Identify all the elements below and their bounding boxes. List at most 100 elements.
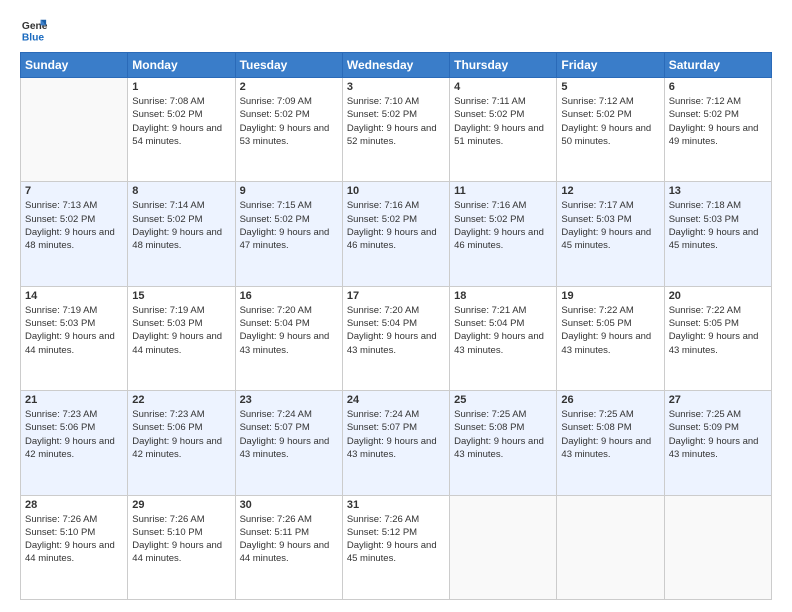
header: General Blue	[20, 16, 772, 44]
calendar-day-cell: 17 Sunrise: 7:20 AMSunset: 5:04 PMDayligh…	[342, 286, 449, 390]
day-number: 30	[240, 499, 338, 511]
calendar-day-cell	[557, 495, 664, 599]
day-info: Sunrise: 7:11 AMSunset: 5:02 PMDaylight:…	[454, 95, 552, 148]
calendar-day-cell: 12 Sunrise: 7:17 AMSunset: 5:03 PMDayligh…	[557, 182, 664, 286]
calendar-day-cell: 1 Sunrise: 7:08 AMSunset: 5:02 PMDaylight…	[128, 78, 235, 182]
day-info: Sunrise: 7:14 AMSunset: 5:02 PMDaylight:…	[132, 199, 230, 252]
day-number: 21	[25, 394, 123, 406]
day-info: Sunrise: 7:23 AMSunset: 5:06 PMDaylight:…	[132, 408, 230, 461]
calendar-day-cell: 25 Sunrise: 7:25 AMSunset: 5:08 PMDayligh…	[450, 391, 557, 495]
day-info: Sunrise: 7:26 AMSunset: 5:10 PMDaylight:…	[25, 513, 123, 566]
logo-icon: General Blue	[20, 16, 48, 44]
day-number: 2	[240, 81, 338, 93]
day-number: 14	[25, 290, 123, 302]
day-number: 5	[561, 81, 659, 93]
day-info: Sunrise: 7:17 AMSunset: 5:03 PMDaylight:…	[561, 199, 659, 252]
day-number: 19	[561, 290, 659, 302]
day-info: Sunrise: 7:08 AMSunset: 5:02 PMDaylight:…	[132, 95, 230, 148]
calendar-day-cell: 23Sunrise: 7:24 AMSunset: 5:07 PMDayligh…	[235, 391, 342, 495]
day-info: Sunrise: 7:16 AMSunset: 5:02 PMDaylight:…	[454, 199, 552, 252]
calendar-day-cell: 5 Sunrise: 7:12 AMSunset: 5:02 PMDaylight…	[557, 78, 664, 182]
day-info: Sunrise: 7:16 AMSunset: 5:02 PMDaylight:…	[347, 199, 445, 252]
day-info: Sunrise: 7:26 AMSunset: 5:11 PMDaylight:…	[240, 513, 338, 566]
day-number: 11	[454, 185, 552, 197]
day-info: Sunrise: 7:22 AMSunset: 5:05 PMDaylight:…	[669, 304, 767, 357]
calendar-day-cell: 30 Sunrise: 7:26 AMSunset: 5:11 PMDayligh…	[235, 495, 342, 599]
day-number: 27	[669, 394, 767, 406]
day-info: Sunrise: 7:09 AMSunset: 5:02 PMDaylight:…	[240, 95, 338, 148]
calendar-week-row: 21 Sunrise: 7:23 AMSunset: 5:06 PMDayligh…	[21, 391, 772, 495]
calendar-day-cell: 6Sunrise: 7:12 AMSunset: 5:02 PMDaylight…	[664, 78, 771, 182]
day-number: 1	[132, 81, 230, 93]
day-info: Sunrise: 7:19 AMSunset: 5:03 PMDaylight:…	[132, 304, 230, 357]
day-number: 10	[347, 185, 445, 197]
calendar-day-cell: 20Sunrise: 7:22 AMSunset: 5:05 PMDayligh…	[664, 286, 771, 390]
day-info: Sunrise: 7:24 AMSunset: 5:07 PMDaylight:…	[240, 408, 338, 461]
calendar-day-cell: 14Sunrise: 7:19 AMSunset: 5:03 PMDayligh…	[21, 286, 128, 390]
day-number: 24	[347, 394, 445, 406]
weekday-header: Tuesday	[235, 53, 342, 78]
calendar-day-cell: 18 Sunrise: 7:21 AMSunset: 5:04 PMDayligh…	[450, 286, 557, 390]
calendar-day-cell: 11 Sunrise: 7:16 AMSunset: 5:02 PMDayligh…	[450, 182, 557, 286]
day-info: Sunrise: 7:22 AMSunset: 5:05 PMDaylight:…	[561, 304, 659, 357]
calendar-day-cell: 10 Sunrise: 7:16 AMSunset: 5:02 PMDayligh…	[342, 182, 449, 286]
day-number: 29	[132, 499, 230, 511]
logo: General Blue	[20, 16, 48, 44]
calendar-day-cell: 29 Sunrise: 7:26 AMSunset: 5:10 PMDayligh…	[128, 495, 235, 599]
calendar-day-cell: 28 Sunrise: 7:26 AMSunset: 5:10 PMDayligh…	[21, 495, 128, 599]
day-info: Sunrise: 7:20 AMSunset: 5:04 PMDaylight:…	[240, 304, 338, 357]
calendar-week-row: 1 Sunrise: 7:08 AMSunset: 5:02 PMDaylight…	[21, 78, 772, 182]
day-info: Sunrise: 7:18 AMSunset: 5:03 PMDaylight:…	[669, 199, 767, 252]
calendar-day-cell: 4 Sunrise: 7:11 AMSunset: 5:02 PMDaylight…	[450, 78, 557, 182]
day-number: 13	[669, 185, 767, 197]
calendar-day-cell	[21, 78, 128, 182]
day-number: 12	[561, 185, 659, 197]
calendar-day-cell: 19 Sunrise: 7:22 AMSunset: 5:05 PMDayligh…	[557, 286, 664, 390]
calendar-day-cell	[450, 495, 557, 599]
day-info: Sunrise: 7:23 AMSunset: 5:06 PMDaylight:…	[25, 408, 123, 461]
calendar-week-row: 28 Sunrise: 7:26 AMSunset: 5:10 PMDayligh…	[21, 495, 772, 599]
day-number: 3	[347, 81, 445, 93]
weekday-header: Friday	[557, 53, 664, 78]
day-number: 28	[25, 499, 123, 511]
day-info: Sunrise: 7:26 AMSunset: 5:12 PMDaylight:…	[347, 513, 445, 566]
day-number: 31	[347, 499, 445, 511]
weekday-header: Monday	[128, 53, 235, 78]
calendar-day-cell: 24 Sunrise: 7:24 AMSunset: 5:07 PMDayligh…	[342, 391, 449, 495]
day-number: 16	[240, 290, 338, 302]
svg-text:Blue: Blue	[22, 32, 45, 43]
day-number: 26	[561, 394, 659, 406]
day-info: Sunrise: 7:26 AMSunset: 5:10 PMDaylight:…	[132, 513, 230, 566]
weekday-header: Sunday	[21, 53, 128, 78]
day-info: Sunrise: 7:12 AMSunset: 5:02 PMDaylight:…	[561, 95, 659, 148]
day-number: 17	[347, 290, 445, 302]
calendar-day-cell: 9 Sunrise: 7:15 AMSunset: 5:02 PMDaylight…	[235, 182, 342, 286]
day-number: 25	[454, 394, 552, 406]
calendar-day-cell: 31 Sunrise: 7:26 AMSunset: 5:12 PMDayligh…	[342, 495, 449, 599]
calendar-day-cell: 21 Sunrise: 7:23 AMSunset: 5:06 PMDayligh…	[21, 391, 128, 495]
calendar-week-row: 7Sunrise: 7:13 AMSunset: 5:02 PMDaylight…	[21, 182, 772, 286]
day-number: 8	[132, 185, 230, 197]
day-info: Sunrise: 7:20 AMSunset: 5:04 PMDaylight:…	[347, 304, 445, 357]
day-info: Sunrise: 7:15 AMSunset: 5:02 PMDaylight:…	[240, 199, 338, 252]
day-number: 9	[240, 185, 338, 197]
calendar-day-cell: 26Sunrise: 7:25 AMSunset: 5:08 PMDayligh…	[557, 391, 664, 495]
day-info: Sunrise: 7:25 AMSunset: 5:09 PMDaylight:…	[669, 408, 767, 461]
calendar-day-cell: 8 Sunrise: 7:14 AMSunset: 5:02 PMDaylight…	[128, 182, 235, 286]
day-info: Sunrise: 7:13 AMSunset: 5:02 PMDaylight:…	[25, 199, 123, 252]
day-number: 15	[132, 290, 230, 302]
day-info: Sunrise: 7:12 AMSunset: 5:02 PMDaylight:…	[669, 95, 767, 148]
calendar-day-cell: 27 Sunrise: 7:25 AMSunset: 5:09 PMDayligh…	[664, 391, 771, 495]
day-number: 18	[454, 290, 552, 302]
day-info: Sunrise: 7:10 AMSunset: 5:02 PMDaylight:…	[347, 95, 445, 148]
day-info: Sunrise: 7:21 AMSunset: 5:04 PMDaylight:…	[454, 304, 552, 357]
calendar-table: SundayMondayTuesdayWednesdayThursdayFrid…	[20, 52, 772, 600]
calendar-day-cell: 13 Sunrise: 7:18 AMSunset: 5:03 PMDayligh…	[664, 182, 771, 286]
weekday-header: Wednesday	[342, 53, 449, 78]
calendar-day-cell: 2 Sunrise: 7:09 AMSunset: 5:02 PMDaylight…	[235, 78, 342, 182]
page: General Blue SundayMondayTuesdayWednesda…	[0, 0, 792, 612]
day-info: Sunrise: 7:25 AMSunset: 5:08 PMDaylight:…	[454, 408, 552, 461]
day-number: 4	[454, 81, 552, 93]
day-number: 22	[132, 394, 230, 406]
day-info: Sunrise: 7:24 AMSunset: 5:07 PMDaylight:…	[347, 408, 445, 461]
